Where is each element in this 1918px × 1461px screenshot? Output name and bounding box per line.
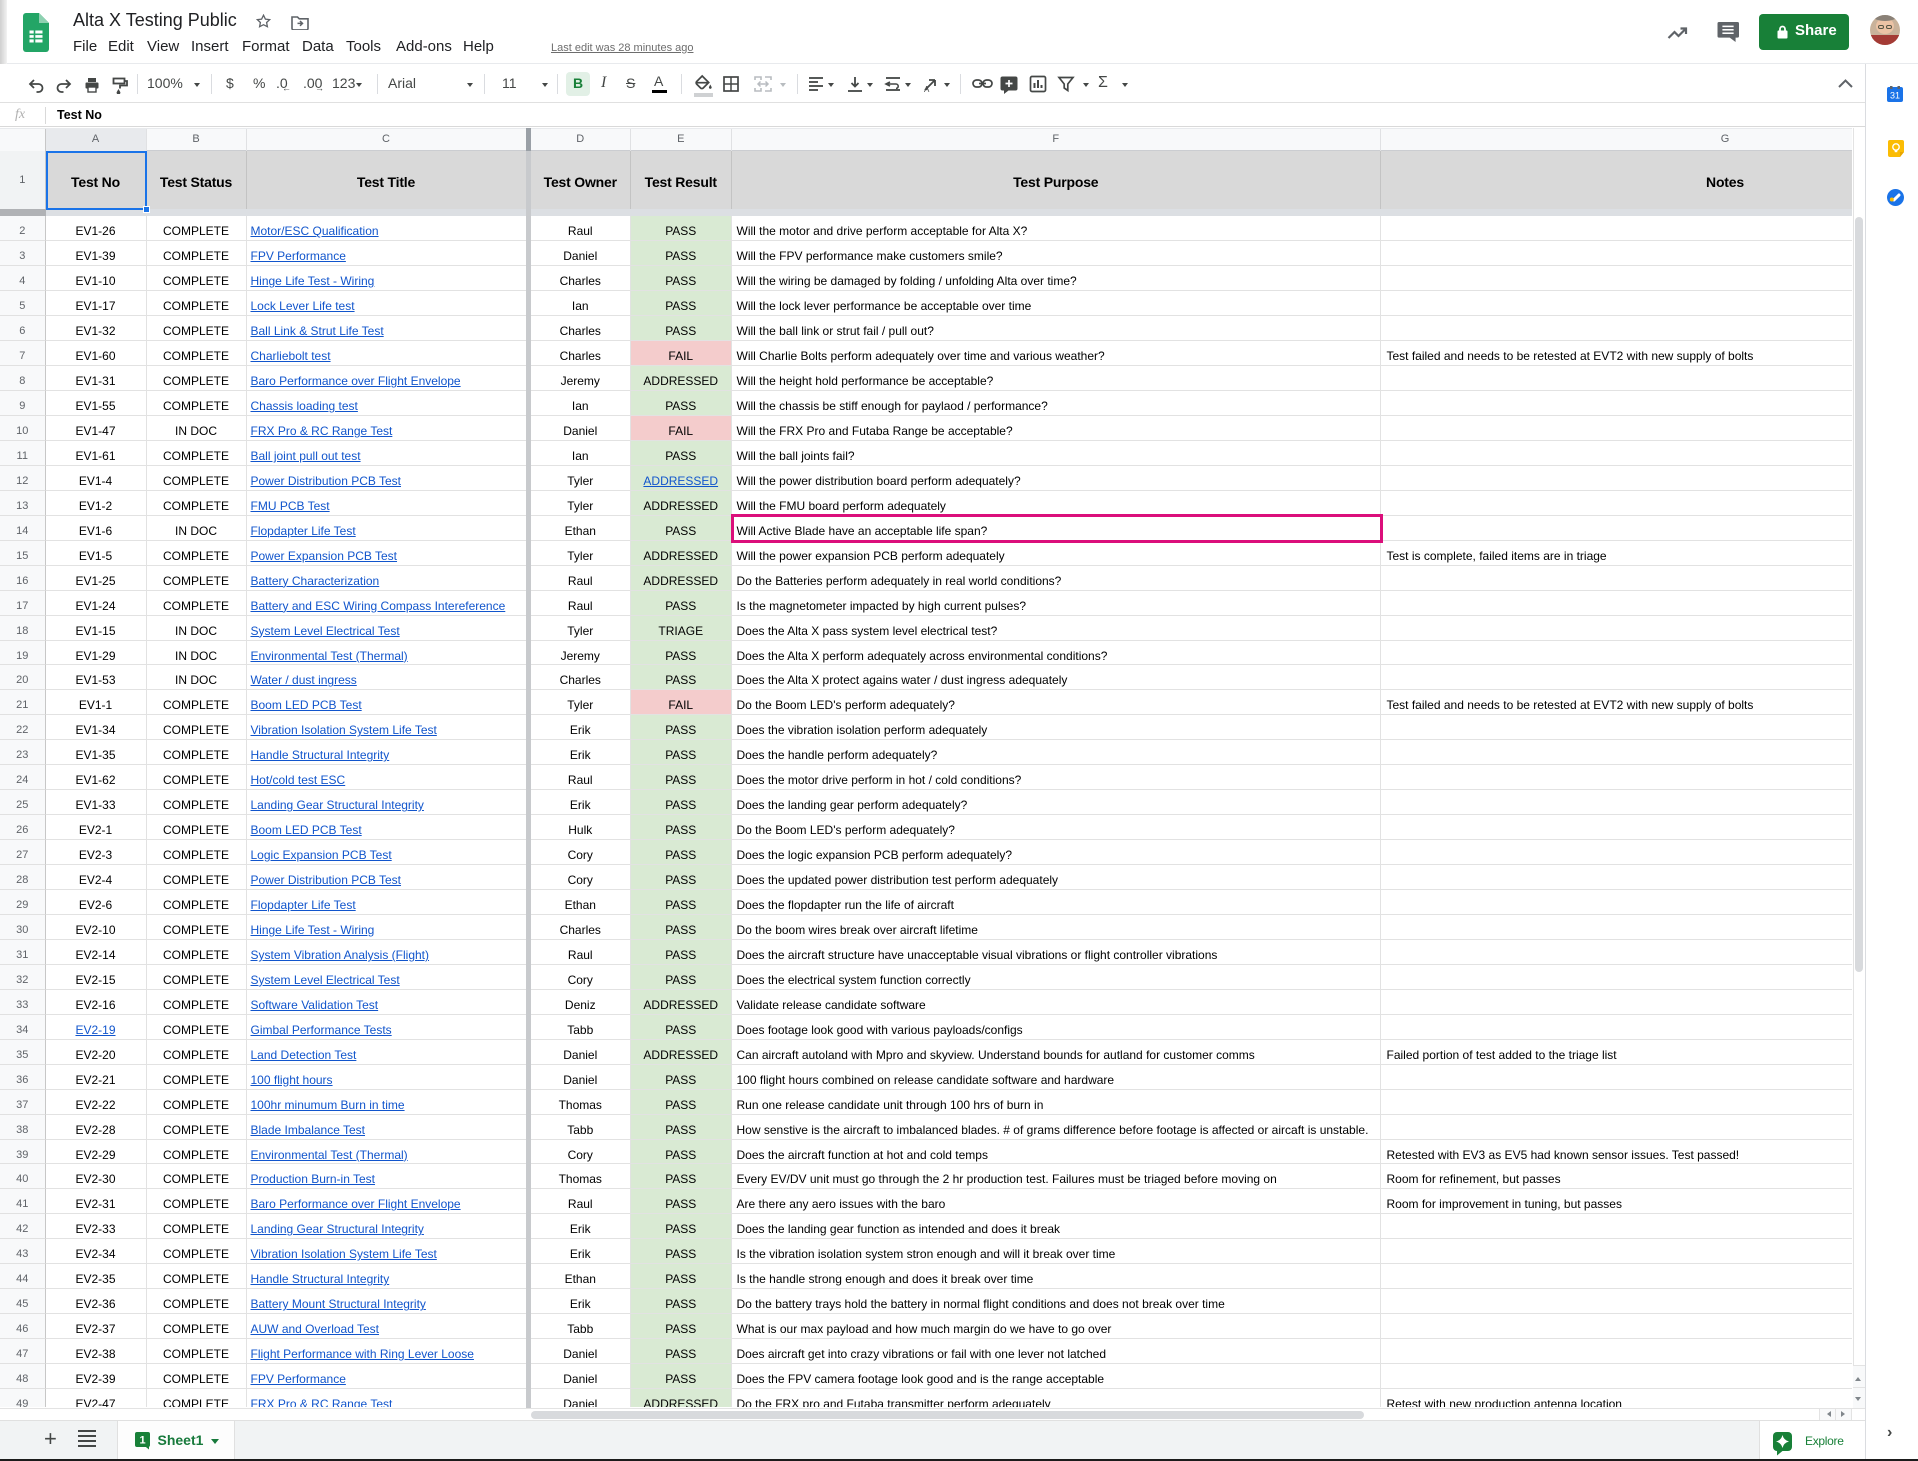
svg-text:1: 1 bbox=[139, 1434, 145, 1446]
svg-text:A: A bbox=[924, 85, 930, 93]
svg-text:31: 31 bbox=[1889, 91, 1899, 101]
